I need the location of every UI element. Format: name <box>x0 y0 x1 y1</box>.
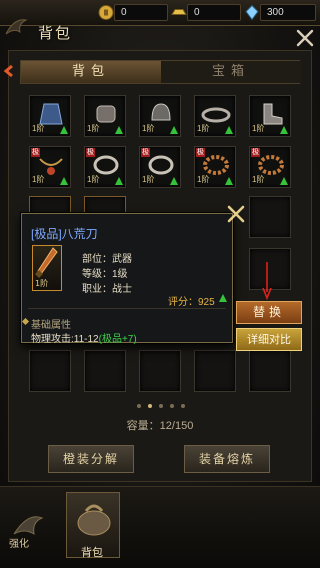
tab-bag[interactable]: 背包 <box>21 61 161 83</box>
close-icon[interactable] <box>225 203 247 225</box>
nav-enhance-label: 强化 <box>9 539 29 550</box>
inventory-slot[interactable]: 1阶 <box>194 95 236 137</box>
item-level: 1阶 <box>252 175 265 184</box>
compare-button[interactable]: 详细对比 <box>236 328 302 351</box>
tab-chest[interactable]: 宝箱 <box>161 61 301 83</box>
upgrade-arrow-icon <box>115 126 123 134</box>
page-dot <box>137 404 141 408</box>
divider <box>28 308 226 309</box>
inventory-slot[interactable]: 1阶 <box>29 95 71 137</box>
attr-class: 职业：战士 <box>82 284 132 295</box>
upgrade-arrow-icon <box>170 177 178 185</box>
close-icon[interactable] <box>294 27 316 49</box>
upgrade-arrow-icon <box>115 177 123 185</box>
inventory-slot[interactable] <box>29 350 71 392</box>
nav-bag-label: 背包 <box>81 546 103 559</box>
basic-attr-title: 基础属性 <box>31 320 71 331</box>
item-score: 评分：925 <box>168 297 215 308</box>
coin-icon <box>98 5 114 20</box>
arrow-down-icon <box>262 262 272 300</box>
page-dot-active <box>148 404 152 408</box>
item-level: 1阶 <box>197 124 210 133</box>
upgrade-arrow-icon <box>60 126 68 134</box>
blade-icon <box>35 247 58 278</box>
tab-bar: 背包 宝箱 <box>20 60 301 84</box>
title-ornament-icon <box>5 19 28 35</box>
inventory-slot[interactable] <box>249 350 291 392</box>
game-screen: 0 0 300 背包 背包 宝箱 1阶 1阶 1阶 1阶 1阶 极 1阶 极 1… <box>0 0 320 568</box>
page-dot <box>181 404 185 408</box>
inventory-slot[interactable] <box>249 196 291 238</box>
upgrade-arrow-icon <box>225 126 233 134</box>
bag-icon <box>77 504 111 536</box>
item-level: 1阶 <box>142 124 155 133</box>
item-level: 1阶 <box>32 124 45 133</box>
attr-level: 等级：1级 <box>82 269 128 280</box>
item-level: 1阶 <box>87 124 100 133</box>
gem-icon <box>245 4 259 21</box>
upgrade-arrow-icon <box>225 177 233 185</box>
inventory-slot[interactable] <box>194 350 236 392</box>
smelt-button[interactable]: 装备熔炼 <box>184 445 270 473</box>
upgrade-arrow-icon <box>60 177 68 185</box>
item-level: 1阶 <box>252 124 265 133</box>
page-dot <box>170 404 174 408</box>
resource-coin-value: 0 <box>114 4 168 21</box>
upgrade-arrow-icon <box>170 126 178 134</box>
inventory-slot[interactable]: 1阶 <box>84 95 126 137</box>
item-icon-frame: 1阶 <box>32 245 62 291</box>
inventory-slot[interactable]: 极 1阶 <box>194 146 236 188</box>
item-level: 1阶 <box>87 175 100 184</box>
phys-attack-value: 物理攻击:11-12 <box>31 334 99 345</box>
item-level: 1阶 <box>142 175 155 184</box>
nav-enhance[interactable] <box>4 500 58 560</box>
item-level: 1阶 <box>197 175 210 184</box>
upgrade-arrow-icon <box>280 126 288 134</box>
phys-attack-bonus: (极品+7) <box>98 334 137 345</box>
phys-attack-line: 物理攻击:11-12(极品+7) <box>31 330 137 345</box>
ingot-icon <box>171 9 187 15</box>
resource-gem-value: 300 <box>260 4 316 21</box>
inventory-slot[interactable]: 极 1阶 <box>29 146 71 188</box>
inventory-slot[interactable] <box>84 350 126 392</box>
upgrade-arrow-icon <box>219 294 227 302</box>
upgrade-arrow-icon <box>280 177 288 185</box>
inventory-slot[interactable]: 1阶 <box>249 95 291 137</box>
item-name: [极品]八荒刀 <box>31 227 98 241</box>
capacity-label: 容量：12/150 <box>126 420 194 432</box>
inventory-slot[interactable]: 极 1阶 <box>249 146 291 188</box>
decompose-button[interactable]: 橙装分解 <box>48 445 134 473</box>
inventory-slot[interactable] <box>139 350 181 392</box>
replace-button[interactable]: 替换 <box>236 301 302 324</box>
item-level: 1阶 <box>35 279 49 288</box>
page-dot <box>159 404 163 408</box>
resource-ingot-value: 0 <box>187 4 241 21</box>
item-level: 1阶 <box>32 175 45 184</box>
page-title: 背包 <box>38 24 73 42</box>
inventory-slot[interactable]: 1阶 <box>139 95 181 137</box>
chevron-left-icon[interactable] <box>2 64 16 78</box>
inventory-slot[interactable]: 极 1阶 <box>84 146 126 188</box>
attr-slot: 部位：武器 <box>82 254 132 265</box>
inventory-slot[interactable]: 极 1阶 <box>139 146 181 188</box>
